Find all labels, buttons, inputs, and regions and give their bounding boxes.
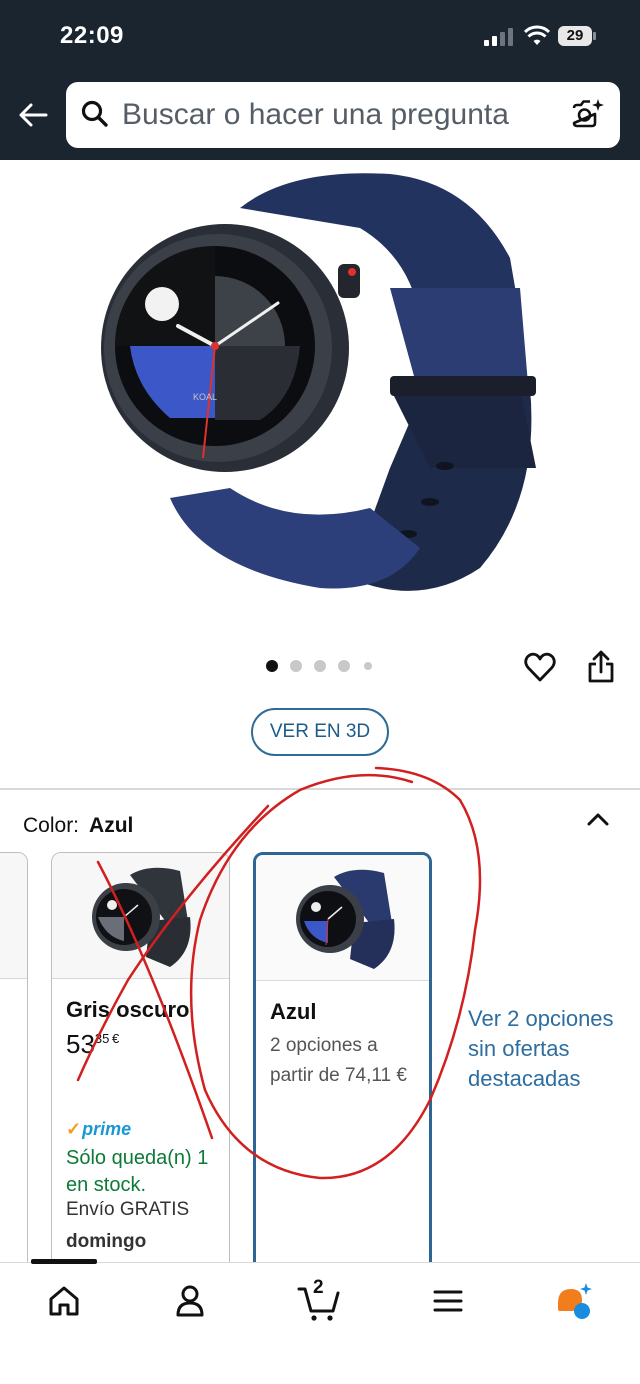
view-in-3d-button[interactable]: VER EN 3D (251, 708, 389, 756)
price-currency: € (112, 1031, 120, 1046)
nav-active-indicator (31, 1259, 97, 1264)
color-option-card-azul-selected[interactable]: Azul 2 opciones a partir de 74,11 € (253, 852, 432, 1282)
see-more-options-link[interactable]: Ver 2 opciones sin ofertas destacadas (468, 1004, 618, 1094)
rufus-assistant-icon[interactable] (554, 1281, 594, 1321)
color-option-offers: 2 opciones a partir de 74,11 € (270, 1035, 407, 1086)
price-whole: 53 (66, 1029, 95, 1059)
color-selector-header: Color: Azul (23, 814, 133, 838)
account-icon[interactable] (170, 1281, 210, 1321)
section-divider (0, 788, 640, 790)
color-option-thumbnail (256, 855, 429, 981)
color-option-name: Gris oscuro (66, 997, 190, 1022)
bottom-navigation: 2 (0, 1259, 640, 1384)
watch-thumbnail-dark-gray (92, 867, 191, 967)
cellular-signal-icon (484, 28, 514, 46)
color-option-name: Azul (270, 999, 317, 1024)
shipping-day: domingo (66, 1231, 147, 1252)
chevron-up-icon[interactable] (584, 806, 612, 834)
color-label: Color: (23, 814, 80, 837)
color-selected-value: Azul (89, 814, 134, 837)
shipping-info: Envío GRATIS (66, 1199, 190, 1220)
price-fraction: 35 (94, 1031, 110, 1046)
color-option-card-previous[interactable] (0, 852, 28, 1282)
carousel-dot (338, 660, 350, 672)
color-option-thumbnail (52, 853, 229, 979)
status-time: 22:09 (60, 22, 124, 49)
share-icon[interactable] (586, 648, 616, 684)
menu-icon[interactable] (428, 1281, 468, 1321)
battery-icon: 29 (557, 25, 597, 47)
battery-level: 29 (566, 27, 584, 44)
prime-check-icon: ✓ (66, 1119, 82, 1139)
camera-search-icon[interactable] (570, 96, 606, 132)
top-bar: 22:09 29 (0, 0, 640, 160)
search-bar[interactable] (66, 82, 620, 148)
prime-badge: ✓prime (66, 1119, 132, 1139)
product-image-smartwatch[interactable]: KOAL (90, 168, 560, 608)
home-icon[interactable] (44, 1281, 84, 1321)
color-option-thumbnail (0, 853, 27, 979)
carousel-dot-active (266, 660, 278, 672)
watch-thumbnail-blue (296, 869, 395, 969)
stock-status: Sólo queda(n) 1 en stock. (66, 1147, 209, 1196)
heart-icon[interactable] (523, 650, 557, 684)
carousel-dot (364, 662, 372, 670)
search-icon (81, 100, 108, 127)
color-option-card-gris-oscuro[interactable]: Gris oscuro 5335 € ✓prime Sólo queda(n) … (51, 852, 230, 1282)
search-input[interactable] (122, 82, 552, 148)
wifi-icon (524, 25, 550, 45)
cart-button[interactable]: 2 (296, 1277, 344, 1323)
cart-count-badge: 2 (313, 1277, 324, 1298)
back-arrow-icon[interactable] (16, 98, 50, 132)
carousel-dot (290, 660, 302, 672)
carousel-dot (314, 660, 326, 672)
svg-text:KOAL: KOAL (193, 392, 217, 402)
color-option-price: 5335 € (66, 1029, 119, 1060)
